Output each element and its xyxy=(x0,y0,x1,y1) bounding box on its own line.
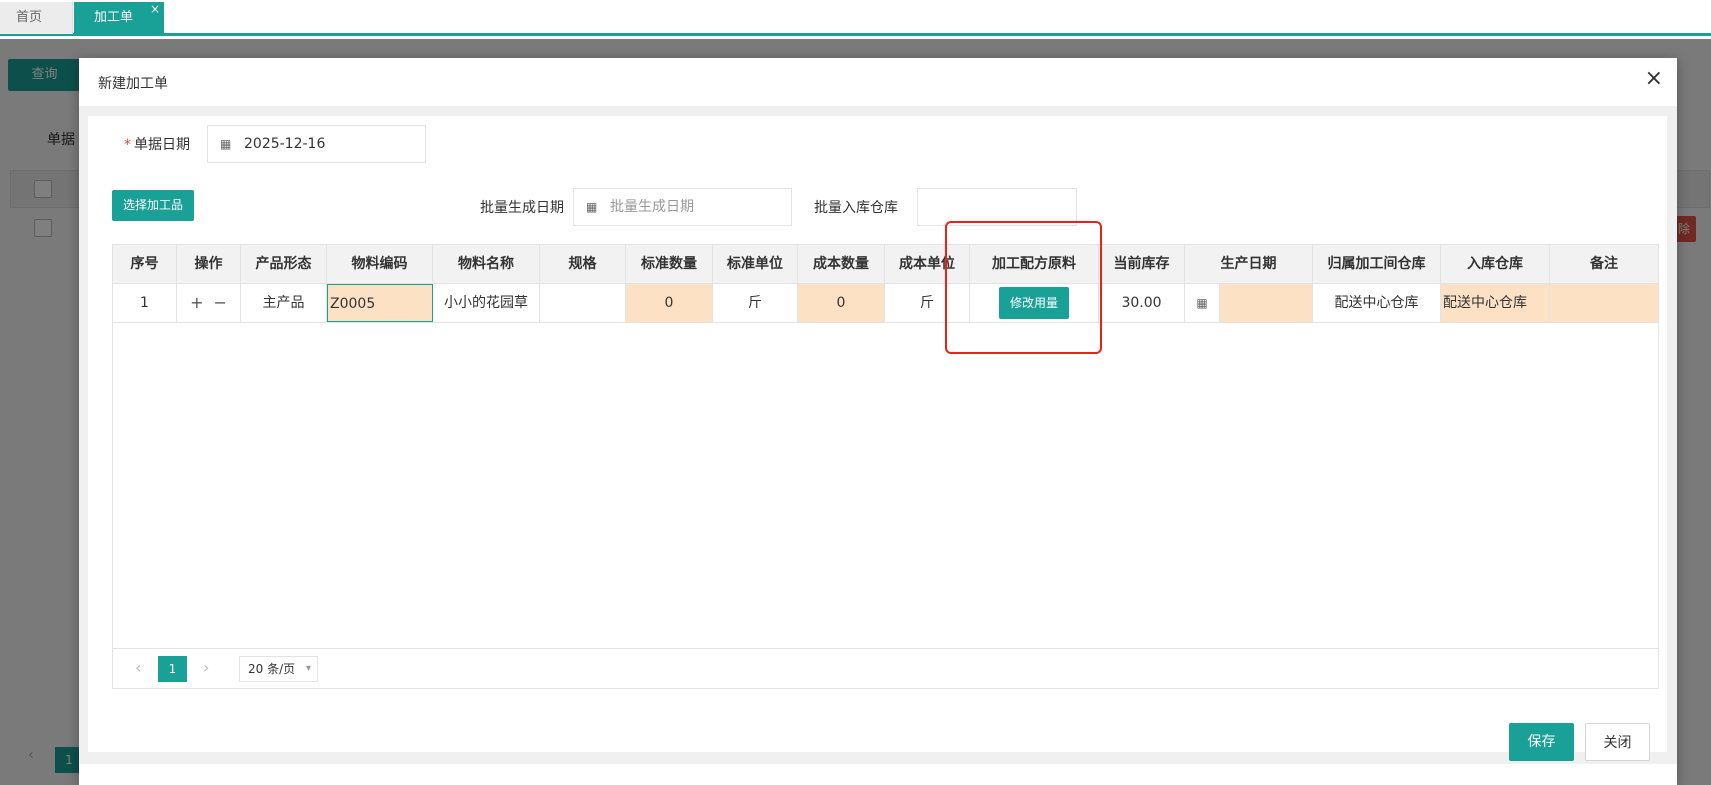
close-icon[interactable]: × xyxy=(1645,68,1663,90)
cell-owner-warehouse: 配送中心仓库 xyxy=(1313,284,1441,322)
doc-date-label-text: 单据日期 xyxy=(134,137,190,153)
chevron-down-icon: ▾ xyxy=(305,663,311,674)
batch-date-input[interactable]: ▦ 批量生成日期 xyxy=(573,188,792,226)
th-operation: 操作 xyxy=(177,245,241,284)
table-row: 1 + − 主产品 Z0005 小小的花园草 0 斤 0 斤 修改用量 30.00 xyxy=(113,284,1658,323)
cell-std-unit: 斤 xyxy=(713,284,798,322)
th-current-stock: 当前库存 xyxy=(1099,245,1185,284)
tab-label: 加工单 xyxy=(94,10,134,25)
th-index: 序号 xyxy=(113,245,177,284)
cell-operation: + − xyxy=(177,284,241,322)
new-processing-order-dialog: 新建加工单 × * 单据日期 ▦ 2025-12-16 选择加工品 批量生成日期 … xyxy=(79,58,1677,785)
remove-row-icon[interactable]: − xyxy=(214,284,227,322)
cell-date-icon[interactable]: ▦ xyxy=(1185,284,1220,322)
th-std-unit: 标准单位 xyxy=(713,245,798,284)
doc-date-label: * 单据日期 xyxy=(124,134,190,154)
cell-material-code[interactable]: Z0005 xyxy=(327,284,433,322)
cell-production-date[interactable] xyxy=(1220,284,1313,322)
th-in-warehouse: 入库仓库 xyxy=(1441,245,1550,284)
cell-product-form: 主产品 xyxy=(241,284,327,322)
cell-in-warehouse[interactable]: 配送中心仓库 xyxy=(1441,284,1550,322)
save-button[interactable]: 保存 xyxy=(1509,723,1574,761)
tab-processing-order[interactable]: 加工单 × xyxy=(74,2,164,34)
cell-remark[interactable] xyxy=(1550,284,1658,322)
calendar-icon: ▦ xyxy=(1196,296,1208,310)
table-header: 序号 操作 产品形态 物料编码 物料名称 规格 标准数量 标准单位 成本数量 成… xyxy=(113,245,1658,284)
required-mark: * xyxy=(124,137,131,153)
table-pager: ‹ 1 › 20 条/页 ▾ xyxy=(113,648,1658,688)
th-remark: 备注 xyxy=(1590,256,1618,272)
batch-date-label: 批量生成日期 xyxy=(480,200,564,216)
modal-content: * 单据日期 ▦ 2025-12-16 选择加工品 批量生成日期 ▦ 批量生成日期… xyxy=(88,116,1667,752)
batch-warehouse-label: 批量入库仓库 xyxy=(814,200,898,216)
th-production-date: 生产日期 xyxy=(1185,245,1313,284)
doc-date-input[interactable]: ▦ 2025-12-16 xyxy=(207,125,426,163)
processing-items-table: 序号 操作 产品形态 物料编码 物料名称 规格 标准数量 标准单位 成本数量 成… xyxy=(112,244,1659,689)
tab-home[interactable]: 首页 xyxy=(0,2,73,34)
pager-prev-icon[interactable]: ‹ xyxy=(135,658,141,677)
batch-date-placeholder: 批量生成日期 xyxy=(610,199,694,215)
th-material-name: 物料名称 xyxy=(433,245,540,284)
cell-material-name: 小小的花园草 xyxy=(433,284,540,322)
cell-spec xyxy=(540,284,626,322)
doc-date-value: 2025-12-16 xyxy=(244,136,326,152)
modal-body: * 单据日期 ▦ 2025-12-16 选择加工品 批量生成日期 ▦ 批量生成日期… xyxy=(79,106,1677,764)
calendar-icon: ▦ xyxy=(586,200,598,214)
tab-close-icon[interactable]: × xyxy=(150,0,160,25)
close-button[interactable]: 关闭 xyxy=(1585,723,1650,761)
modal-title: 新建加工单 xyxy=(98,76,168,92)
page-size-select[interactable]: 20 条/页 ▾ xyxy=(239,656,318,682)
page-size-value: 20 条/页 xyxy=(248,662,296,676)
th-material-code: 物料编码 xyxy=(327,245,433,284)
pager-current-page[interactable]: 1 xyxy=(158,656,187,682)
cell-std-qty[interactable]: 0 xyxy=(626,284,713,322)
highlight-annotation xyxy=(945,221,1102,354)
cell-current-stock: 30.00 xyxy=(1099,284,1185,322)
cell-cost-qty[interactable]: 0 xyxy=(798,284,885,322)
pager-next-icon[interactable]: › xyxy=(203,658,209,677)
select-processed-product-button[interactable]: 选择加工品 xyxy=(112,190,194,221)
add-row-icon[interactable]: + xyxy=(190,284,203,322)
th-std-qty: 标准数量 xyxy=(626,245,713,284)
tab-bar: 首页 加工单 × xyxy=(0,0,1711,36)
th-product-form: 产品形态 xyxy=(241,245,327,284)
th-spec: 规格 xyxy=(540,245,626,284)
cell-index: 1 xyxy=(113,284,177,322)
th-cost-qty: 成本数量 xyxy=(798,245,885,284)
modal-header: 新建加工单 × xyxy=(79,58,1677,106)
calendar-icon: ▦ xyxy=(220,137,232,151)
th-owner-warehouse: 归属加工间仓库 xyxy=(1313,245,1441,284)
